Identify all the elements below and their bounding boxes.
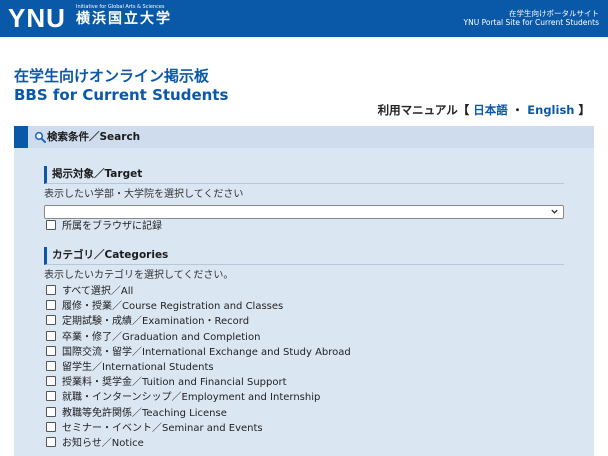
- category-checkbox[interactable]: [46, 315, 56, 325]
- category-item-notice[interactable]: お知らせ／Notice: [46, 437, 144, 451]
- category-checkbox[interactable]: [46, 331, 56, 341]
- category-item-teaching-license[interactable]: 教職等免許関係／Teaching License: [46, 407, 227, 421]
- category-label: セミナー・イベント／Seminar and Events: [62, 423, 263, 434]
- remember-label: 所属をブラウザに記録: [62, 221, 162, 232]
- category-label: 国際交流・留学／International Exchange and Study…: [62, 347, 351, 358]
- logo-japanese[interactable]: 横浜国立大学: [76, 10, 172, 28]
- category-item-graduation[interactable]: 卒業・修了／Graduation and Completion: [46, 331, 260, 345]
- search-accent-bar: [14, 126, 28, 148]
- department-select[interactable]: [44, 205, 564, 219]
- remember-checkbox-row[interactable]: 所属をブラウザに記録: [46, 220, 162, 234]
- category-label: お知らせ／Notice: [62, 438, 144, 449]
- target-hint: 表示したい学部・大学院を選択してください: [44, 189, 244, 200]
- category-item-international-students[interactable]: 留学生／International Students: [46, 361, 214, 375]
- category-checkbox[interactable]: [46, 300, 56, 310]
- search-header[interactable]: 検索条件／Search: [14, 126, 594, 148]
- search-icon: [34, 131, 46, 143]
- manual-suffix: 】: [578, 103, 591, 117]
- category-label: 履修・授業／Course Registration and Classes: [62, 301, 284, 312]
- category-checkbox[interactable]: [46, 346, 56, 356]
- category-label: 留学生／International Students: [62, 362, 214, 373]
- manual-separator: ・: [511, 103, 524, 117]
- manual-links: 利用マニュアル【 日本語 ・ English 】: [378, 102, 590, 118]
- manual-link-english[interactable]: English: [527, 103, 574, 117]
- portal-title-jp: 在学生向けポータルサイト: [509, 9, 599, 18]
- manual-link-japanese[interactable]: 日本語: [473, 103, 508, 117]
- category-item-international-exchange[interactable]: 国際交流・留学／International Exchange and Study…: [46, 346, 351, 360]
- category-checkbox[interactable]: [46, 422, 56, 432]
- search-panel: 検索条件／Search 掲示対象／Target 表示したい学部・大学院を選択して…: [14, 126, 594, 456]
- category-checkbox[interactable]: [46, 391, 56, 401]
- site-header: YNU Initiative for Global Arts & Science…: [0, 0, 608, 37]
- category-item-tuition[interactable]: 授業料・奨学金／Tuition and Financial Support: [46, 376, 287, 390]
- logo-ynu[interactable]: YNU: [8, 4, 66, 32]
- category-label: すべて選択／All: [62, 286, 134, 297]
- search-label: 検索条件／Search: [47, 131, 141, 143]
- category-checkbox[interactable]: [46, 361, 56, 371]
- categories-heading: カテゴリ／Categories: [44, 247, 564, 265]
- category-item-exam[interactable]: 定期試験・成績／Examination・Record: [46, 315, 249, 329]
- categories-hint: 表示したいカテゴリを選択してください。: [44, 270, 234, 281]
- portal-title-en: YNU Portal Site for Current Students: [463, 18, 599, 27]
- category-label: 卒業・修了／Graduation and Completion: [62, 332, 261, 343]
- chevron-down-icon: [551, 209, 558, 214]
- target-heading: 掲示対象／Target: [44, 166, 564, 184]
- page-title-jp: 在学生向けオンライン掲示板: [14, 67, 210, 85]
- category-item-course[interactable]: 履修・授業／Course Registration and Classes: [46, 300, 283, 314]
- category-label: 教職等免許関係／Teaching License: [62, 408, 227, 419]
- category-label: 定期試験・成績／Examination・Record: [62, 316, 250, 327]
- category-label: 就職・インターンシップ／Employment and Internship: [62, 392, 321, 403]
- category-checkbox[interactable]: [46, 376, 56, 386]
- manual-prefix: 利用マニュアル【: [377, 103, 470, 117]
- remember-checkbox[interactable]: [46, 220, 56, 230]
- category-checkbox[interactable]: [46, 437, 56, 447]
- category-item-seminar[interactable]: セミナー・イベント／Seminar and Events: [46, 422, 263, 436]
- category-item-employment[interactable]: 就職・インターンシップ／Employment and Internship: [46, 391, 320, 405]
- page-title-en: BBS for Current Students: [14, 86, 229, 104]
- category-label: 授業料・奨学金／Tuition and Financial Support: [62, 377, 287, 388]
- category-checkbox[interactable]: [46, 285, 56, 295]
- category-item-all[interactable]: すべて選択／All: [46, 285, 133, 299]
- portal-title[interactable]: 在学生向けポータルサイト YNU Portal Site for Current…: [464, 9, 599, 27]
- category-checkbox[interactable]: [46, 407, 56, 417]
